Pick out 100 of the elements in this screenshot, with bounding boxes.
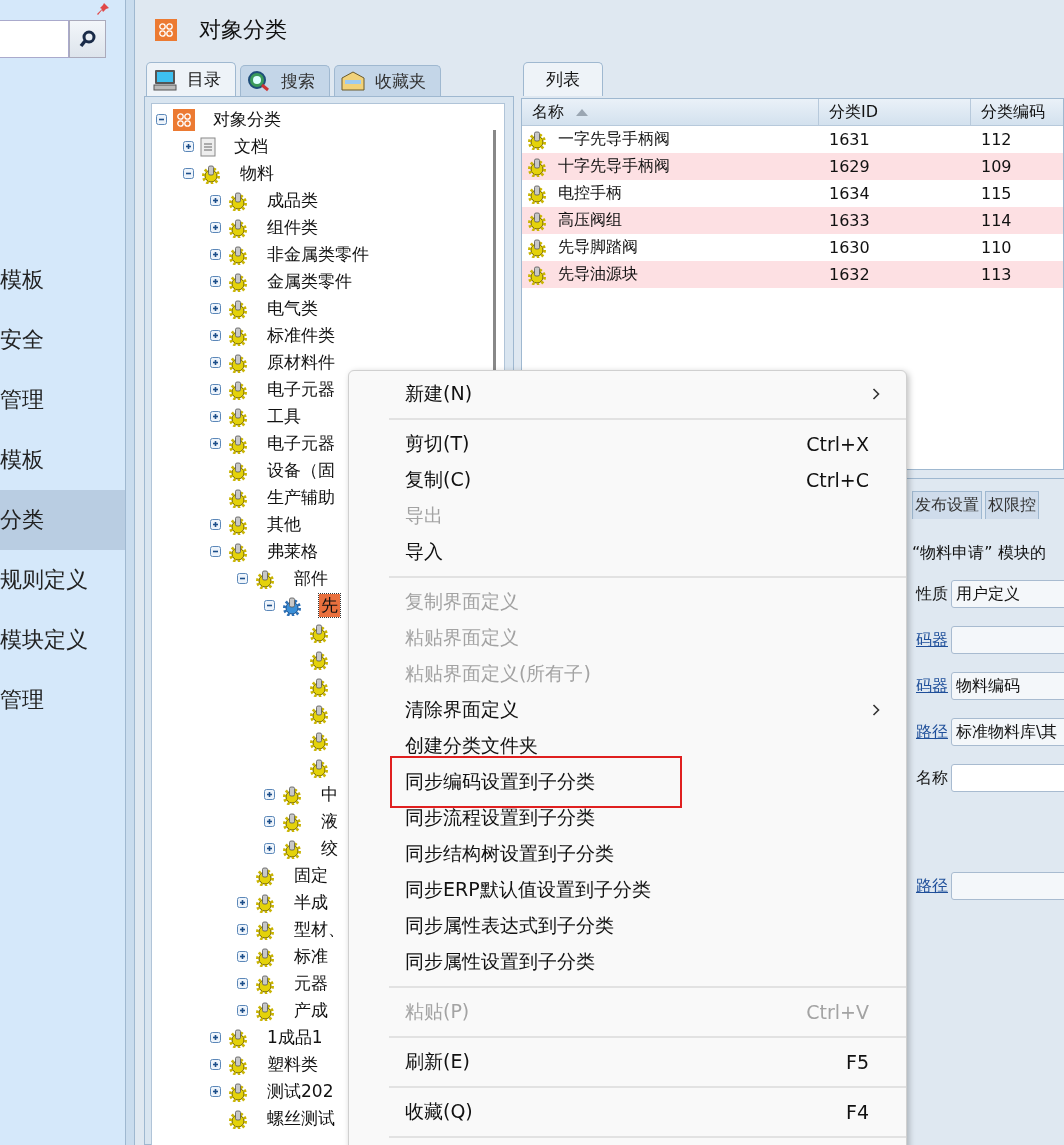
tree-item[interactable]: 设备（固	[265, 459, 337, 482]
tree-item[interactable]: 半成	[292, 891, 330, 914]
scrollbar[interactable]	[493, 130, 496, 370]
menu-item[interactable]: 新建(N)	[405, 381, 872, 407]
tree-item[interactable]: 电气类	[265, 297, 320, 320]
menu-item[interactable]: 清除界面定义	[405, 697, 872, 723]
menu-item[interactable]: 刷新(E)	[405, 1049, 846, 1075]
tree-item[interactable]: 工具	[265, 405, 303, 428]
nav-item[interactable]: 安全	[0, 310, 125, 370]
field-link[interactable]: 路径	[912, 721, 948, 743]
input-field[interactable]: 物料编码	[951, 672, 1064, 700]
nav-item[interactable]: 模板	[0, 430, 125, 490]
tree-item[interactable]: 1成品1	[265, 1026, 325, 1049]
expand-icon[interactable]	[210, 330, 221, 341]
expand-icon[interactable]	[210, 384, 221, 395]
tree-item[interactable]: 金属类零件	[265, 270, 354, 293]
tab[interactable]: 目录	[146, 62, 236, 96]
menu-item[interactable]: 创建分类文件夹	[405, 733, 880, 759]
nav-item[interactable]: 管理	[0, 370, 125, 430]
expand-icon[interactable]	[210, 357, 221, 368]
column-header[interactable]: 分类ID	[819, 99, 971, 125]
tree-item[interactable]: 测试202	[265, 1080, 336, 1103]
nav-item[interactable]: 管理	[0, 670, 125, 730]
tab[interactable]: 收藏夹	[334, 65, 441, 96]
expand-icon[interactable]	[210, 1032, 221, 1043]
tree-item[interactable]: 电子元器	[265, 432, 337, 455]
collapse-icon[interactable]	[156, 114, 167, 125]
menu-item[interactable]: 同步流程设置到子分类	[405, 805, 880, 831]
tree-item[interactable]: 固定	[292, 864, 330, 887]
tree-item[interactable]: 其他	[265, 513, 303, 536]
tree-item[interactable]: 原材料件	[265, 351, 337, 374]
menu-item[interactable]: 同步结构树设置到子分类	[405, 841, 880, 867]
menu-item[interactable]: 复制(C)	[405, 467, 806, 493]
collapse-icon[interactable]	[210, 546, 221, 557]
field-link[interactable]: 码器	[912, 675, 948, 697]
field-link[interactable]: 路径	[912, 875, 948, 897]
menu-item[interactable]: 剪切(T)	[405, 431, 807, 457]
expand-icon[interactable]	[183, 141, 194, 152]
input-field[interactable]: 用户定义	[951, 580, 1064, 608]
menu-item[interactable]: 同步属性表达式到子分类	[405, 913, 880, 939]
expand-icon[interactable]	[210, 519, 221, 530]
expand-icon[interactable]	[237, 1005, 248, 1016]
search-button[interactable]	[69, 20, 106, 58]
tree-item[interactable]: 部件	[292, 567, 330, 590]
menu-item[interactable]: 同步属性设置到子分类	[405, 949, 880, 975]
tree-item[interactable]: 弗莱格	[265, 540, 320, 563]
tree-item[interactable]: 塑料类	[265, 1053, 320, 1076]
tree-item[interactable]: 元器	[292, 972, 330, 995]
nav-item[interactable]: 模板	[0, 250, 125, 310]
tree-item[interactable]: 标准	[292, 945, 330, 968]
tree-item[interactable]: 型材、	[292, 918, 347, 941]
pin-icon[interactable]	[96, 2, 110, 16]
tree-item[interactable]: 标准件类	[265, 324, 337, 347]
tab[interactable]: 列表	[523, 62, 603, 96]
tree-item[interactable]: 电子元器	[265, 378, 337, 401]
collapse-icon[interactable]	[237, 573, 248, 584]
expand-icon[interactable]	[210, 249, 221, 260]
tree-item[interactable]: 文档	[232, 135, 270, 158]
expand-icon[interactable]	[264, 843, 275, 854]
tree-item[interactable]: 非金属类零件	[265, 243, 371, 266]
expand-icon[interactable]	[210, 438, 221, 449]
expand-icon[interactable]	[210, 195, 221, 206]
nav-item[interactable]: 分类	[0, 490, 125, 550]
menu-item[interactable]: 同步ERP默认值设置到子分类	[405, 877, 880, 903]
field-link[interactable]: 码器	[912, 629, 948, 651]
menu-item[interactable]: 收藏(Q)	[405, 1099, 846, 1125]
tab[interactable]: 权限控	[985, 491, 1039, 519]
tree-item[interactable]: 组件类	[265, 216, 320, 239]
expand-icon[interactable]	[237, 897, 248, 908]
menu-item[interactable]: 导入	[405, 539, 880, 565]
tree-item[interactable]: 对象分类	[211, 108, 283, 131]
collapse-icon[interactable]	[264, 600, 275, 611]
search-field[interactable]	[0, 20, 69, 58]
tree-item[interactable]: 液	[319, 810, 340, 833]
expand-icon[interactable]	[210, 1086, 221, 1097]
tree-item[interactable]: 中	[319, 783, 340, 806]
tree-item[interactable]: 生产辅助	[265, 486, 337, 509]
expand-icon[interactable]	[210, 1059, 221, 1070]
tab[interactable]: 搜索	[240, 65, 330, 96]
tab[interactable]: 发布设置	[912, 491, 982, 519]
column-header[interactable]: 分类编码	[971, 99, 1063, 125]
collapse-icon[interactable]	[183, 168, 194, 179]
expand-icon[interactable]	[210, 411, 221, 422]
tree-item[interactable]: 产成	[292, 999, 330, 1022]
menu-item[interactable]: 同步编码设置到子分类	[405, 769, 880, 795]
nav-item[interactable]: 规则定义	[0, 550, 125, 610]
expand-icon[interactable]	[237, 924, 248, 935]
tree-item[interactable]: 物料	[238, 162, 276, 185]
expand-icon[interactable]	[264, 816, 275, 827]
expand-icon[interactable]	[210, 222, 221, 233]
expand-icon[interactable]	[264, 789, 275, 800]
expand-icon[interactable]	[210, 276, 221, 287]
column-header[interactable]: 名称	[522, 99, 819, 125]
tree-item[interactable]: 绞	[319, 837, 340, 860]
expand-icon[interactable]	[210, 303, 221, 314]
tree-item[interactable]: 先	[319, 594, 340, 617]
expand-icon[interactable]	[237, 951, 248, 962]
tree-item[interactable]: 成品类	[265, 189, 320, 212]
input-field[interactable]: 标准物料库\其	[951, 718, 1064, 746]
expand-icon[interactable]	[237, 978, 248, 989]
